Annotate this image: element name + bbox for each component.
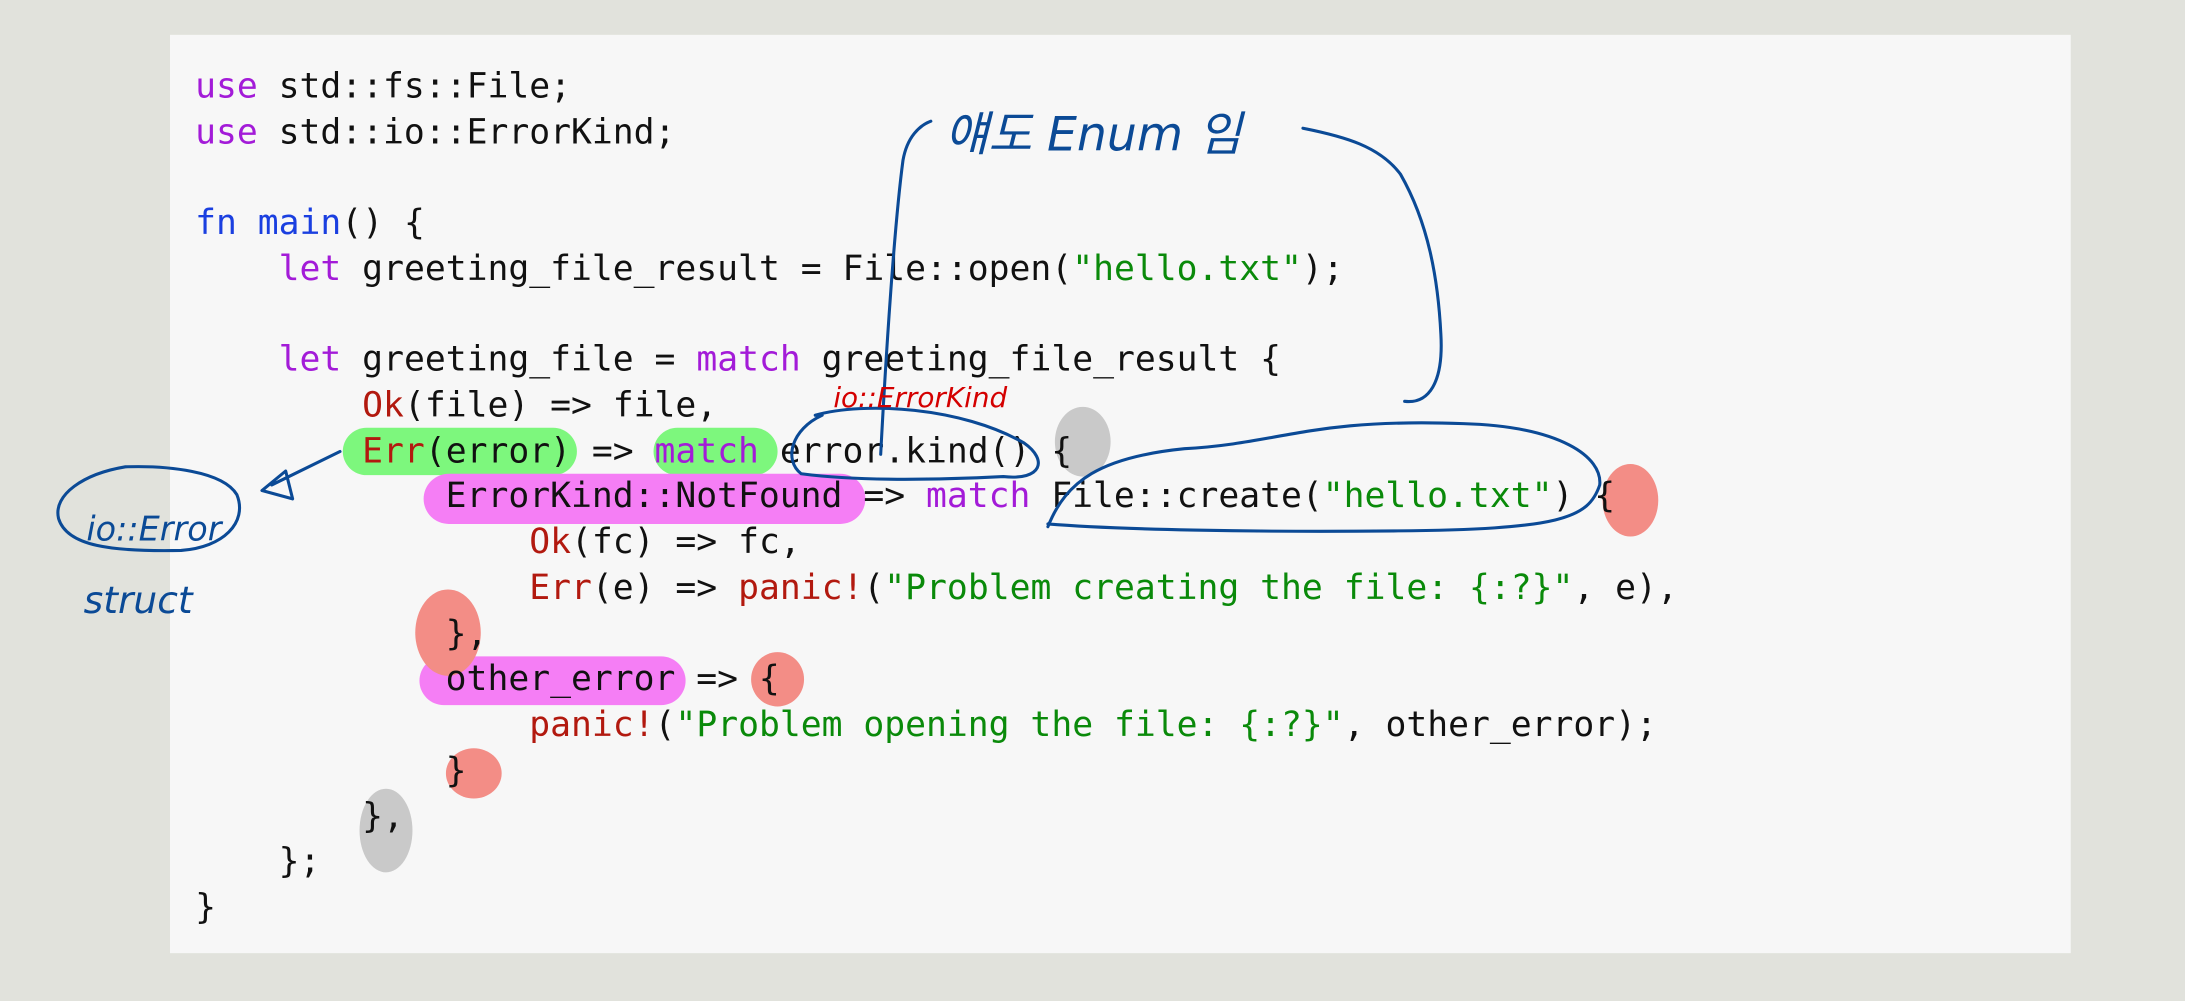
annotated-slide: use std::fs::File; use std::io::ErrorKind…: [0, 0, 2185, 1001]
ink-circle-error-kind: [790, 406, 1040, 481]
enum-note: 얘도 Enum 임: [945, 107, 1246, 162]
ink-circle-file-create: [1046, 421, 1602, 533]
error-kind-note: io::ErrorKind: [833, 381, 1007, 414]
ink-annotations: 얘도 Enum 임 io::ErrorKind io::Error struct: [56, 107, 1602, 622]
io-error-note: io::Error: [86, 510, 223, 549]
struct-note: struct: [84, 578, 194, 622]
ink-bracket-enum: [1301, 126, 1443, 403]
ink-arrow-to-io-error: [260, 449, 342, 501]
